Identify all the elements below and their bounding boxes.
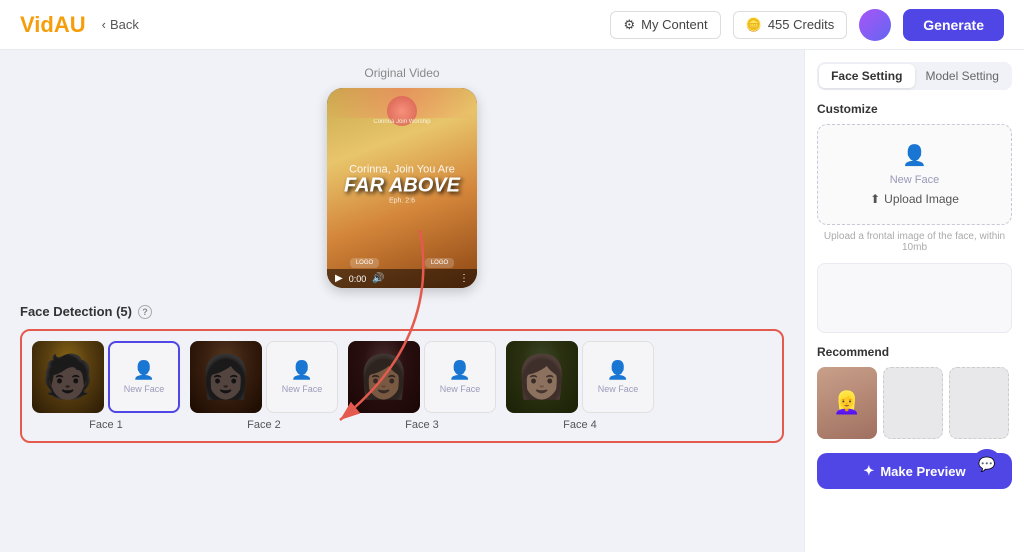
face-pair-2: 👩🏿 👤 New Face <box>190 341 338 413</box>
my-content-icon: ⚙ <box>623 17 635 33</box>
upload-label: Upload Image <box>884 192 959 206</box>
tab-face-setting[interactable]: Face Setting <box>819 64 915 88</box>
avatar[interactable] <box>859 9 891 41</box>
credits-label: 455 Credits <box>768 17 834 32</box>
more-options-button[interactable]: ⋮ <box>459 273 469 284</box>
play-button[interactable]: ▶ <box>335 273 343 284</box>
recommend-title: Recommend <box>817 345 1012 359</box>
preview-box <box>817 263 1012 333</box>
upload-area[interactable]: 👤 New Face ⬆ Upload Image <box>817 124 1012 225</box>
new-face-icon-1: 👤 <box>133 360 155 381</box>
help-icon[interactable]: ? <box>138 305 152 319</box>
center-panel: Original Video Corinna Join Worship Cori… <box>0 50 804 552</box>
new-face-label-2: New Face <box>282 384 323 394</box>
face-detection-header: Face Detection (5) ? <box>20 304 784 319</box>
video-time: 0:00 <box>349 274 367 284</box>
face-group-4: 👩🏽 👤 New Face Face 4 <box>506 341 654 431</box>
video-main-title: FAR ABOVE <box>335 175 469 195</box>
new-face-box-3[interactable]: 👤 New Face <box>424 341 496 413</box>
upload-icon-label: New Face <box>890 174 940 186</box>
video-label: Original Video <box>364 66 439 80</box>
face-name-1: Face 1 <box>89 419 123 431</box>
face-group-1: 🧑🏿 👤 New Face Face 1 <box>32 341 180 431</box>
new-face-label-3: New Face <box>440 384 481 394</box>
back-button[interactable]: ‹ Back <box>102 17 139 32</box>
face-name-3: Face 3 <box>405 419 439 431</box>
generate-label: Generate <box>923 17 984 33</box>
upload-arrow-icon: ⬆ <box>870 192 880 206</box>
face-thumbnail-2[interactable]: 👩🏿 <box>190 341 262 413</box>
make-preview-container: ✦ Make Preview 💬 <box>817 453 1012 489</box>
volume-button[interactable]: 🔊 <box>372 273 384 284</box>
generate-button[interactable]: Generate <box>903 9 1004 41</box>
face-emoji-4: 👩🏽 <box>506 341 578 413</box>
app-header: VidAU ‹ Back ⚙ My Content 🪙 455 Credits … <box>0 0 1024 50</box>
face-pair-4: 👩🏽 👤 New Face <box>506 341 654 413</box>
recommend-item-2[interactable] <box>883 367 943 439</box>
logo-au: AU <box>54 12 86 37</box>
face-name-4: Face 4 <box>563 419 597 431</box>
face-thumbnail-3[interactable]: 👩🏾 <box>348 341 420 413</box>
new-face-icon-3: 👤 <box>449 360 471 381</box>
faces-container: 🧑🏿 👤 New Face Face 1 👩🏿 <box>20 329 784 443</box>
face-pair-1: 🧑🏿 👤 New Face <box>32 341 180 413</box>
back-label: Back <box>110 17 139 32</box>
credits-button[interactable]: 🪙 455 Credits <box>733 11 848 39</box>
video-logo-1: LOGO <box>350 258 379 268</box>
my-content-button[interactable]: ⚙ My Content <box>610 11 720 39</box>
new-face-box-4[interactable]: 👤 New Face <box>582 341 654 413</box>
recommend-grid: 👱‍♀️ <box>817 367 1012 439</box>
header-right: ⚙ My Content 🪙 455 Credits Generate <box>610 9 1004 41</box>
tab-model-setting[interactable]: Model Setting <box>915 64 1011 88</box>
video-small-text: Corinna, Join You Are <box>335 163 469 175</box>
face-emoji-3: 👩🏾 <box>348 341 420 413</box>
face-emoji-2: 👩🏿 <box>190 341 262 413</box>
face-detection-title: Face Detection (5) <box>20 304 132 319</box>
new-face-icon-2: 👤 <box>291 360 313 381</box>
main-content: Original Video Corinna Join Worship Cori… <box>0 50 1024 552</box>
face-detection-section: Face Detection (5) ? 🧑🏿 👤 New Face <box>20 304 784 443</box>
recommend-face-1: 👱‍♀️ <box>817 367 877 439</box>
customize-title: Customize <box>817 102 1012 116</box>
upload-button-label[interactable]: ⬆ Upload Image <box>870 192 959 206</box>
sparkle-icon: ✦ <box>863 463 874 479</box>
face-pair-3: 👩🏾 👤 New Face <box>348 341 496 413</box>
face-group-3: 👩🏾 👤 New Face Face 3 <box>348 341 496 431</box>
new-face-box-1[interactable]: 👤 New Face <box>108 341 180 413</box>
new-face-label-1: New Face <box>124 384 165 394</box>
right-panel: Face Setting Model Setting Customize 👤 N… <box>804 50 1024 552</box>
video-logos-row: LOGO LOGO <box>327 258 477 268</box>
new-face-icon-4: 👤 <box>607 360 629 381</box>
face-group-2: 👩🏿 👤 New Face Face 2 <box>190 341 338 431</box>
video-subtitle: Corinna Join Worship <box>335 118 469 126</box>
credits-coin-icon: 🪙 <box>746 17 762 33</box>
logo-vid: Vid <box>20 12 54 37</box>
video-logo-2: LOGO <box>425 258 454 268</box>
recommend-item-1[interactable]: 👱‍♀️ <box>817 367 877 439</box>
video-main-text: Corinna, Join You Are FAR ABOVE Eph. 2:6 <box>327 163 477 204</box>
app-logo: VidAU <box>20 12 86 38</box>
video-container: Corinna Join Worship Corinna, Join You A… <box>327 88 477 288</box>
back-chevron-icon: ‹ <box>102 17 106 32</box>
recommend-item-3[interactable] <box>949 367 1009 439</box>
video-controls: ▶ 0:00 🔊 ⋮ <box>327 269 477 288</box>
face-emoji-1: 🧑🏿 <box>32 341 104 413</box>
face-thumbnail-4[interactable]: 👩🏽 <box>506 341 578 413</box>
make-preview-label: Make Preview <box>880 464 965 479</box>
header-left: VidAU ‹ Back <box>20 12 139 38</box>
tab-bar: Face Setting Model Setting <box>817 62 1012 90</box>
chat-icon: 💬 <box>978 456 995 473</box>
face-thumbnail-1[interactable]: 🧑🏿 <box>32 341 104 413</box>
face-name-2: Face 2 <box>247 419 281 431</box>
my-content-label: My Content <box>641 17 707 32</box>
video-ref: Eph. 2:6 <box>335 197 469 204</box>
chat-float-button[interactable]: 💬 <box>972 449 1002 479</box>
video-inner: Corinna Join Worship Corinna, Join You A… <box>327 88 477 288</box>
new-face-label-4: New Face <box>598 384 639 394</box>
video-top-text: Corinna Join Worship <box>327 118 477 126</box>
upload-hint: Upload a frontal image of the face, with… <box>817 231 1012 253</box>
person-placeholder-icon: 👤 <box>902 143 927 168</box>
new-face-box-2[interactable]: 👤 New Face <box>266 341 338 413</box>
